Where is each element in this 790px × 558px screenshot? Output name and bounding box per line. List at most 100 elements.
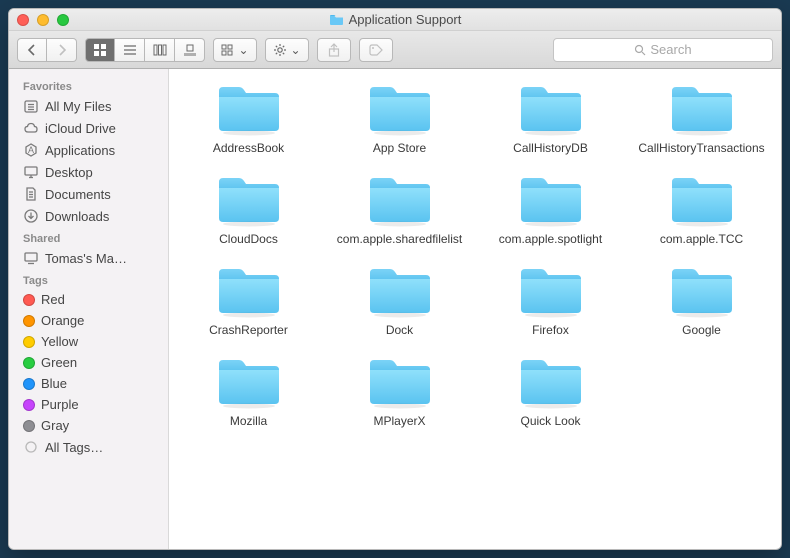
folder-icon xyxy=(364,170,436,228)
apps-icon: A xyxy=(23,142,39,158)
finder-window: Application Support ⌄ ⌄ Search xyxy=(8,8,782,550)
action-group: ⌄ xyxy=(265,38,309,62)
minimize-button[interactable] xyxy=(37,14,49,26)
column-view-button[interactable] xyxy=(145,38,175,62)
folder-label: Google xyxy=(682,323,721,338)
close-button[interactable] xyxy=(17,14,29,26)
folder-icon xyxy=(515,352,587,410)
sidebar-item-applications[interactable]: A Applications xyxy=(9,139,168,161)
folder-item[interactable]: com.apple.spotlight xyxy=(475,170,626,247)
sidebar-header: Favorites xyxy=(9,75,168,95)
tag-dot-icon xyxy=(23,357,35,369)
tag-dot-icon xyxy=(23,336,35,348)
arrange-icon xyxy=(221,44,235,56)
folder-label: Quick Look xyxy=(520,414,580,429)
search-icon xyxy=(634,44,646,56)
folder-label: Firefox xyxy=(532,323,569,338)
sidebar-item-desktop[interactable]: Desktop xyxy=(9,161,168,183)
sidebar-item-label: All Tags… xyxy=(45,440,103,455)
search-placeholder: Search xyxy=(650,42,691,57)
share-button[interactable] xyxy=(317,38,351,62)
sidebar-item-label: Red xyxy=(41,292,65,307)
tag-dot-icon xyxy=(23,420,35,432)
folder-label: com.apple.spotlight xyxy=(499,232,602,247)
sidebar-item-label: Tomas's Ma… xyxy=(45,251,127,266)
window-body: Favorites All My Files iCloud Drive A Applic… xyxy=(9,69,781,549)
chevron-left-icon xyxy=(27,44,37,56)
desktop-icon xyxy=(23,164,39,180)
sidebar-item-red[interactable]: Red xyxy=(9,289,168,310)
folder-icon xyxy=(515,170,587,228)
folder-icon xyxy=(329,14,344,25)
folder-icon xyxy=(213,79,285,137)
folder-label: com.apple.TCC xyxy=(660,232,743,247)
tag-button[interactable] xyxy=(359,38,393,62)
folder-item[interactable]: App Store xyxy=(324,79,475,156)
folder-label: CallHistoryDB xyxy=(513,141,588,156)
tag-icon xyxy=(369,44,383,56)
folder-icon xyxy=(364,79,436,137)
folder-icon xyxy=(213,170,285,228)
folder-item[interactable]: CloudDocs xyxy=(173,170,324,247)
maximize-button[interactable] xyxy=(57,14,69,26)
folder-item[interactable]: CrashReporter xyxy=(173,261,324,338)
sidebar-item-green[interactable]: Green xyxy=(9,352,168,373)
sidebar-item-label: Green xyxy=(41,355,77,370)
all-files-icon xyxy=(23,98,39,114)
folder-grid: AddressBookApp Store CallHistoryDB CallHis… xyxy=(173,79,777,429)
list-view-button[interactable] xyxy=(115,38,145,62)
folder-label: CrashReporter xyxy=(209,323,288,338)
folder-label: com.apple.sharedfilelist xyxy=(337,232,462,247)
documents-icon xyxy=(23,186,39,202)
action-button[interactable]: ⌄ xyxy=(265,38,309,62)
tag-dot-icon xyxy=(23,399,35,411)
sidebar-item-yellow[interactable]: Yellow xyxy=(9,331,168,352)
folder-item[interactable]: Firefox xyxy=(475,261,626,338)
coverflow-view-button[interactable] xyxy=(175,38,205,62)
folder-icon xyxy=(666,79,738,137)
content-area[interactable]: AddressBookApp Store CallHistoryDB CallHis… xyxy=(169,69,781,549)
back-button[interactable] xyxy=(17,38,47,62)
folder-label: CallHistoryTransactions xyxy=(638,141,764,156)
folder-item[interactable]: CallHistoryTransactions xyxy=(626,79,777,156)
sidebar-item-label: iCloud Drive xyxy=(45,121,116,136)
folder-item[interactable]: MPlayerX xyxy=(324,352,475,429)
sidebar-item-tomas-s-ma[interactable]: Tomas's Ma… xyxy=(9,247,168,269)
sidebar-item-label: All My Files xyxy=(45,99,111,114)
folder-item[interactable]: CallHistoryDB xyxy=(475,79,626,156)
folder-item[interactable]: Quick Look xyxy=(475,352,626,429)
folder-item[interactable]: AddressBook xyxy=(173,79,324,156)
sidebar-item-label: Downloads xyxy=(45,209,109,224)
folder-item[interactable]: Google xyxy=(626,261,777,338)
alltags-icon xyxy=(23,439,39,455)
svg-text:A: A xyxy=(28,145,34,155)
sidebar-item-all-my-files[interactable]: All My Files xyxy=(9,95,168,117)
sidebar-item-label: Gray xyxy=(41,418,69,433)
folder-icon xyxy=(364,261,436,319)
folder-item[interactable]: com.apple.sharedfilelist xyxy=(324,170,475,247)
folder-item[interactable]: com.apple.TCC xyxy=(626,170,777,247)
folder-icon xyxy=(515,79,587,137)
folder-item[interactable]: Mozilla xyxy=(173,352,324,429)
search-field[interactable]: Search xyxy=(553,38,773,62)
sidebar-item-blue[interactable]: Blue xyxy=(9,373,168,394)
sidebar-item-orange[interactable]: Orange xyxy=(9,310,168,331)
folder-label: Dock xyxy=(386,323,413,338)
sidebar-item-label: Applications xyxy=(45,143,115,158)
forward-button[interactable] xyxy=(47,38,77,62)
tag-group xyxy=(359,38,393,62)
sidebar-item-documents[interactable]: Documents xyxy=(9,183,168,205)
sidebar-item-gray[interactable]: Gray xyxy=(9,415,168,436)
icon-view-button[interactable] xyxy=(85,38,115,62)
share-group xyxy=(317,38,351,62)
folder-label: MPlayerX xyxy=(373,414,425,429)
folder-label: Mozilla xyxy=(230,414,267,429)
sidebar-item-purple[interactable]: Purple xyxy=(9,394,168,415)
arrange-button[interactable]: ⌄ xyxy=(213,38,257,62)
sidebar-header: Shared xyxy=(9,227,168,247)
folder-item[interactable]: Dock xyxy=(324,261,475,338)
view-buttons xyxy=(85,38,205,62)
sidebar-item-icloud-drive[interactable]: iCloud Drive xyxy=(9,117,168,139)
sidebar-item-all-tags[interactable]: All Tags… xyxy=(9,436,168,458)
sidebar-item-downloads[interactable]: Downloads xyxy=(9,205,168,227)
